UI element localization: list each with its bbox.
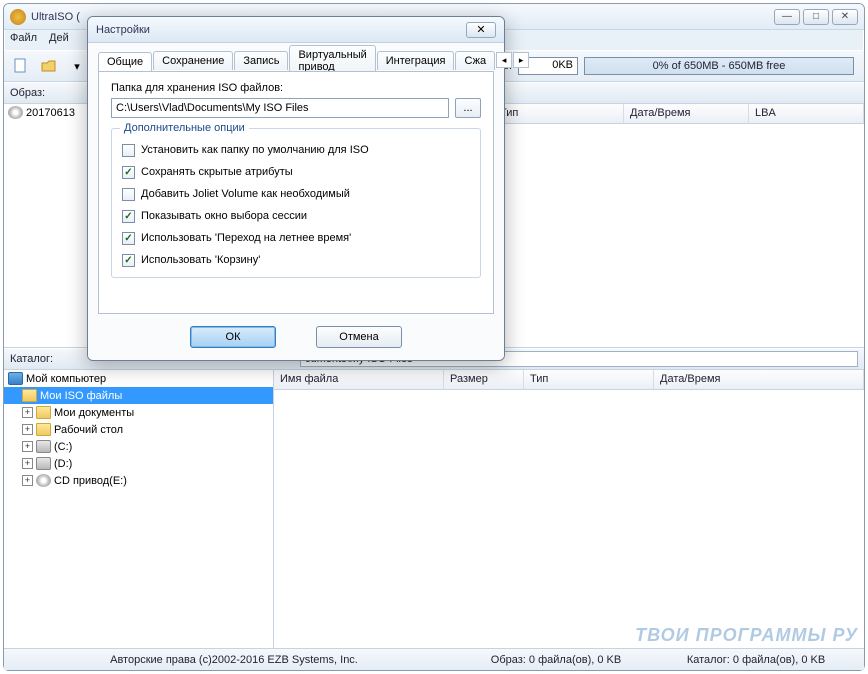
drive-icon	[36, 440, 51, 453]
expand-icon[interactable]: +	[22, 424, 33, 435]
status-copyright: Авторские права (c)2002-2016 EZB Systems…	[12, 654, 456, 666]
settings-dialog: Настройки ✕ Общие Сохранение Запись Вирт…	[87, 16, 505, 361]
cd-icon	[36, 474, 51, 487]
expand-icon[interactable]: +	[22, 458, 33, 469]
maximize-button[interactable]: □	[803, 9, 829, 25]
col-date[interactable]: Дата/Время	[654, 370, 864, 389]
tree-item[interactable]: (C:)	[54, 441, 72, 453]
option-label: Установить как папку по умолчанию для IS…	[141, 144, 369, 156]
tab-burn[interactable]: Запись	[234, 51, 288, 70]
dropdown-icon[interactable]: ▾	[66, 55, 88, 77]
option-row: ✓ Использовать 'Переход на летнее время'	[122, 227, 470, 249]
new-icon[interactable]	[10, 55, 32, 77]
browse-button[interactable]: ...	[455, 98, 481, 118]
tab-general[interactable]: Общие	[98, 52, 152, 71]
expand-icon[interactable]: +	[22, 441, 33, 452]
col-date[interactable]: Дата/Время	[624, 104, 749, 123]
status-image: Образ: 0 файла(ов), 0 KB	[456, 654, 656, 666]
tree-item[interactable]: (D:)	[54, 458, 72, 470]
menu-actions[interactable]: Дей	[49, 32, 69, 48]
col-type[interactable]: Тип	[494, 104, 624, 123]
col-name[interactable]: Имя файла	[274, 370, 444, 389]
open-icon[interactable]	[38, 55, 60, 77]
col-size[interactable]: Размер	[444, 370, 524, 389]
expand-icon[interactable]: +	[22, 475, 33, 486]
tab-compress[interactable]: Сжа	[455, 51, 495, 70]
col-lba[interactable]: LBA	[749, 104, 864, 123]
app-icon	[10, 9, 26, 25]
local-list-header: Имя файла Размер Тип Дата/Время	[274, 370, 864, 390]
tab-integration[interactable]: Интеграция	[377, 51, 455, 70]
iso-folder-label: Папка для хранения ISO файлов:	[111, 82, 481, 94]
statusbar: Авторские права (c)2002-2016 EZB Systems…	[4, 648, 864, 670]
tree-item[interactable]: Мои ISO файлы	[40, 390, 122, 402]
checkbox[interactable]: ✓	[122, 232, 135, 245]
tab-scroll-right-icon[interactable]: ▸	[513, 52, 529, 68]
dialog-title: Настройки	[96, 24, 466, 36]
folder-icon	[36, 406, 51, 419]
cancel-button[interactable]: Отмена	[316, 326, 402, 348]
tree-root[interactable]: Мой компьютер	[26, 373, 106, 385]
checkbox[interactable]: ✓	[122, 254, 135, 267]
option-label: Добавить Joliet Volume как необходимый	[141, 188, 350, 200]
folder-icon	[22, 389, 37, 402]
watermark: ТВОИ ПРОГРАММЫ РУ	[635, 625, 858, 646]
local-list[interactable]: Имя файла Размер Тип Дата/Время	[274, 370, 864, 666]
options-group: Дополнительные опции Установить как папк…	[111, 128, 481, 278]
option-row: ✓ Сохранять скрытые атрибуты	[122, 161, 470, 183]
dialog-titlebar[interactable]: Настройки ✕	[88, 17, 504, 43]
menu-file[interactable]: Файл	[10, 32, 37, 48]
option-label: Сохранять скрытые атрибуты	[141, 166, 293, 178]
dialog-close-button[interactable]: ✕	[466, 22, 496, 38]
tree-item[interactable]: Мои документы	[54, 407, 134, 419]
expand-icon[interactable]: +	[22, 407, 33, 418]
checkbox[interactable]	[122, 144, 135, 157]
progress-bar: 0% of 650MB - 650MB free	[584, 57, 854, 75]
status-catalog: Каталог: 0 файла(ов), 0 KB	[656, 654, 856, 666]
option-row: Добавить Joliet Volume как необходимый	[122, 183, 470, 205]
drive-icon	[36, 457, 51, 470]
tab-page-general: Папка для хранения ISO файлов: ... Допол…	[98, 71, 494, 314]
ok-button[interactable]: ОК	[190, 326, 276, 348]
iso-folder-input[interactable]	[111, 98, 449, 118]
tree-item[interactable]: CD привод(E:)	[54, 475, 127, 487]
disc-icon	[8, 106, 23, 119]
option-row: Установить как папку по умолчанию для IS…	[122, 139, 470, 161]
folder-icon	[36, 423, 51, 436]
tree-item[interactable]: 20170613	[26, 107, 75, 119]
option-label: Использовать 'Переход на летнее время'	[141, 232, 351, 244]
option-row: ✓ Показывать окно выбора сессии	[122, 205, 470, 227]
image-header-label: Образ:	[10, 87, 80, 99]
option-label: Показывать окно выбора сессии	[141, 210, 307, 222]
close-button[interactable]: ✕	[832, 9, 858, 25]
tree-item[interactable]: Рабочий стол	[54, 424, 123, 436]
option-row: ✓ Использовать 'Корзину'	[122, 249, 470, 271]
checkbox[interactable]	[122, 188, 135, 201]
checkbox[interactable]: ✓	[122, 210, 135, 223]
progress-text: 0% of 650MB - 650MB free	[653, 60, 786, 72]
catalog-header-label: Каталог:	[10, 353, 80, 365]
tab-scroll-left-icon[interactable]: ◂	[496, 52, 512, 68]
computer-icon	[8, 372, 23, 385]
local-tree[interactable]: Мой компьютер Мои ISO файлы + Мои докумен…	[4, 370, 274, 666]
minimize-button[interactable]: —	[774, 9, 800, 25]
tab-save[interactable]: Сохранение	[153, 51, 233, 70]
lower-pane: Мой компьютер Мои ISO файлы + Мои докумен…	[4, 370, 864, 666]
dialog-tabs: Общие Сохранение Запись Виртуальный прив…	[98, 49, 494, 71]
col-type[interactable]: Тип	[524, 370, 654, 389]
checkbox[interactable]: ✓	[122, 166, 135, 179]
option-label: Использовать 'Корзину'	[141, 254, 260, 266]
options-group-title: Дополнительные опции	[120, 122, 249, 134]
